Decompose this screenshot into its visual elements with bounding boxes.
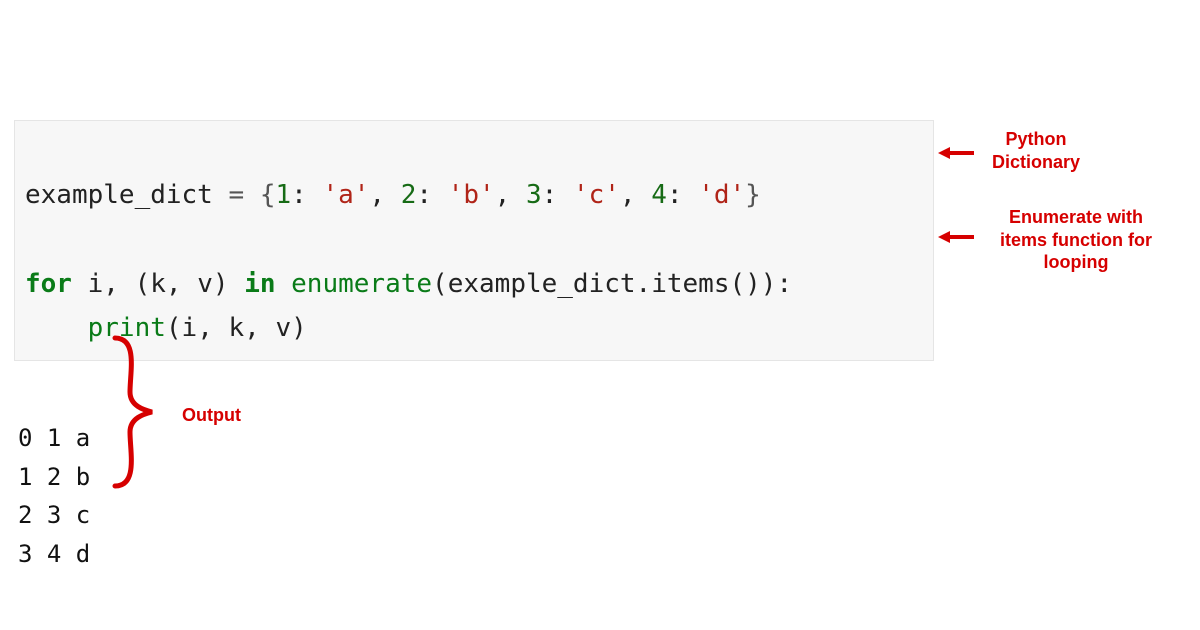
annotation-text: Python bbox=[1006, 129, 1067, 149]
code-tok-sep: , bbox=[620, 180, 651, 210]
annotation-text: Dictionary bbox=[992, 152, 1080, 172]
code-block: example_dict = {1: 'a', 2: 'b', 3: 'c' , … bbox=[14, 120, 934, 361]
code-tok-space bbox=[72, 269, 88, 299]
code-tok-sep: , bbox=[369, 180, 400, 210]
output-line: 0 1 a bbox=[18, 424, 90, 452]
code-tok-sep: : bbox=[667, 180, 698, 210]
code-tok-method: items bbox=[651, 269, 729, 299]
code-tok-num: 4 bbox=[651, 180, 667, 210]
code-line-3: for i, (k, v) in enumerate(example_dict.… bbox=[25, 269, 792, 299]
code-tok-call: ()): bbox=[729, 269, 792, 299]
curly-brace-icon bbox=[110, 332, 170, 497]
output-line: 1 2 b bbox=[18, 463, 90, 491]
code-tok-brace: } bbox=[745, 180, 761, 210]
code-tok-dot: . bbox=[636, 269, 652, 299]
figure-canvas: example_dict = {1: 'a', 2: 'b', 3: 'c' , … bbox=[14, 120, 1184, 573]
code-tok-brace: { bbox=[260, 180, 276, 210]
code-tok-varname: example_dict bbox=[25, 180, 213, 210]
code-tok-op: = bbox=[213, 180, 260, 210]
code-tok-keyword: for bbox=[25, 269, 72, 299]
code-line-1: example_dict = {1: 'a', 2: 'b', 3: 'c', … bbox=[25, 180, 761, 210]
code-tok-sep: , bbox=[495, 180, 526, 210]
annotation-dictionary: Python Dictionary bbox=[976, 128, 1096, 173]
output-line: 2 3 c bbox=[18, 501, 90, 529]
annotation-text: looping bbox=[1044, 252, 1109, 272]
code-tok-var: example_dict bbox=[448, 269, 636, 299]
code-tok-num: 1 bbox=[275, 180, 291, 210]
output-line: 3 4 d bbox=[18, 540, 90, 568]
code-tok-var: v bbox=[197, 269, 213, 299]
code-tok-sep: , ( bbox=[103, 269, 150, 299]
code-tok-keyword: in bbox=[244, 269, 275, 299]
annotation-text: items function for bbox=[1000, 230, 1152, 250]
code-tok-num: 2 bbox=[401, 180, 417, 210]
code-tok-num: 3 bbox=[526, 180, 542, 210]
code-tok-var: i bbox=[88, 269, 104, 299]
code-tok-sep: : bbox=[542, 180, 573, 210]
code-tok-sep: : bbox=[416, 180, 447, 210]
code-tok-sep: , bbox=[166, 269, 197, 299]
code-tok-str: 'c' bbox=[573, 180, 620, 210]
annotation-output: Output bbox=[182, 404, 241, 427]
code-tok-space bbox=[276, 269, 292, 299]
code-tok-paren: ( bbox=[432, 269, 448, 299]
code-tok-sep: ) bbox=[213, 269, 244, 299]
code-tok-str: 'a' bbox=[322, 180, 369, 210]
code-tok-str: 'd' bbox=[698, 180, 745, 210]
code-tok-sep: : bbox=[291, 180, 322, 210]
annotation-enumerate: Enumerate with items function for loopin… bbox=[976, 206, 1176, 274]
code-tok-indent bbox=[25, 313, 88, 343]
annotation-text: Enumerate with bbox=[1009, 207, 1143, 227]
annotation-text: Output bbox=[182, 405, 241, 425]
code-tok-str: 'b' bbox=[448, 180, 495, 210]
code-tok-var: k bbox=[150, 269, 166, 299]
code-tok-builtin: enumerate bbox=[291, 269, 432, 299]
code-tok-args: (i, k, v) bbox=[166, 313, 307, 343]
